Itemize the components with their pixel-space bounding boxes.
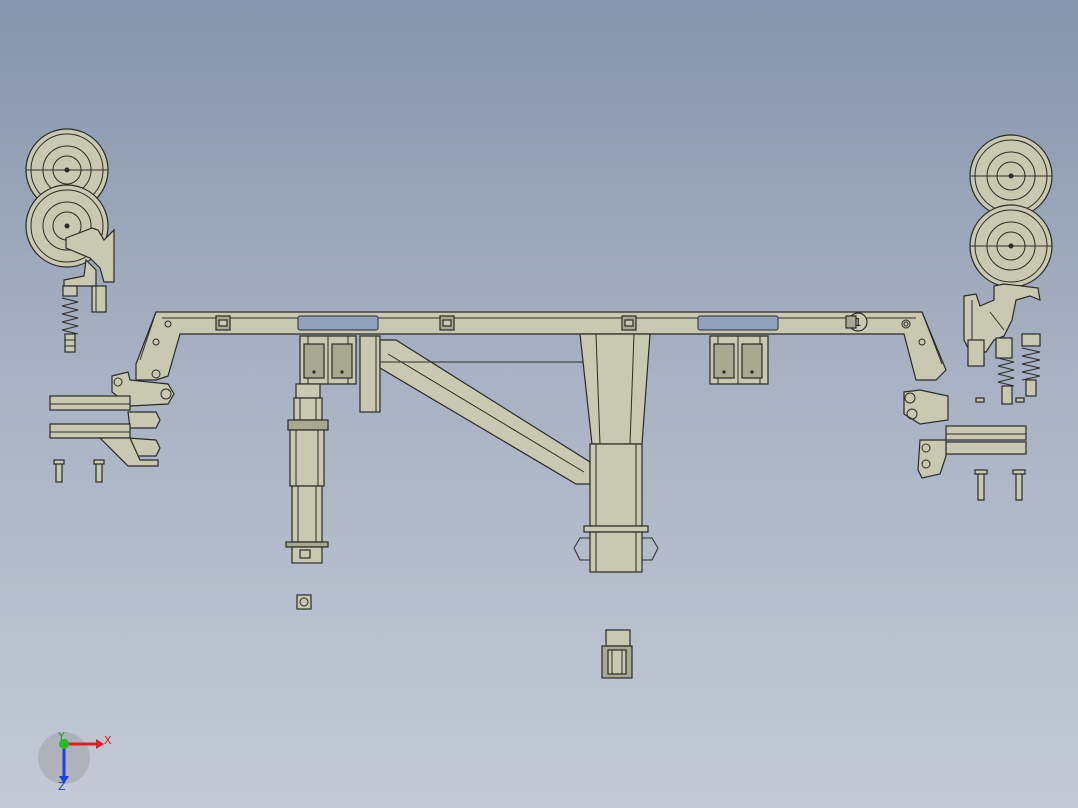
central-post[interactable] bbox=[573, 333, 659, 573]
left-roller-assembly[interactable] bbox=[25, 128, 115, 353]
right-mount-bracket[interactable] bbox=[709, 335, 769, 385]
right-beam-slot bbox=[697, 315, 779, 331]
left-spring-damper[interactable] bbox=[61, 285, 79, 353]
left-telescopic-leg[interactable] bbox=[285, 383, 329, 564]
cad-model-view[interactable]: 1 X Y Z bbox=[0, 0, 1078, 808]
right-roller-assembly[interactable] bbox=[963, 134, 1053, 405]
balloon-tag bbox=[845, 315, 857, 329]
x-axis-label: X bbox=[104, 734, 112, 747]
left-clamp-arms[interactable] bbox=[49, 369, 175, 483]
right-lower-wheel[interactable] bbox=[969, 204, 1053, 288]
graphics-viewport[interactable]: 1 X Y Z bbox=[0, 0, 1078, 808]
clamp-block-part[interactable] bbox=[601, 629, 633, 679]
small-nut-part[interactable] bbox=[296, 594, 312, 610]
left-beam-slot bbox=[297, 315, 379, 331]
z-axis-label: Z bbox=[58, 780, 66, 793]
y-axis-label: Y bbox=[57, 730, 65, 743]
left-wheel-bracket[interactable] bbox=[63, 227, 115, 313]
diagonal-brace[interactable] bbox=[379, 336, 591, 485]
coordinate-triad: X Y Z bbox=[38, 730, 112, 793]
right-clamp-arms[interactable] bbox=[903, 389, 1027, 501]
right-wheel-bracket[interactable] bbox=[963, 283, 1041, 367]
